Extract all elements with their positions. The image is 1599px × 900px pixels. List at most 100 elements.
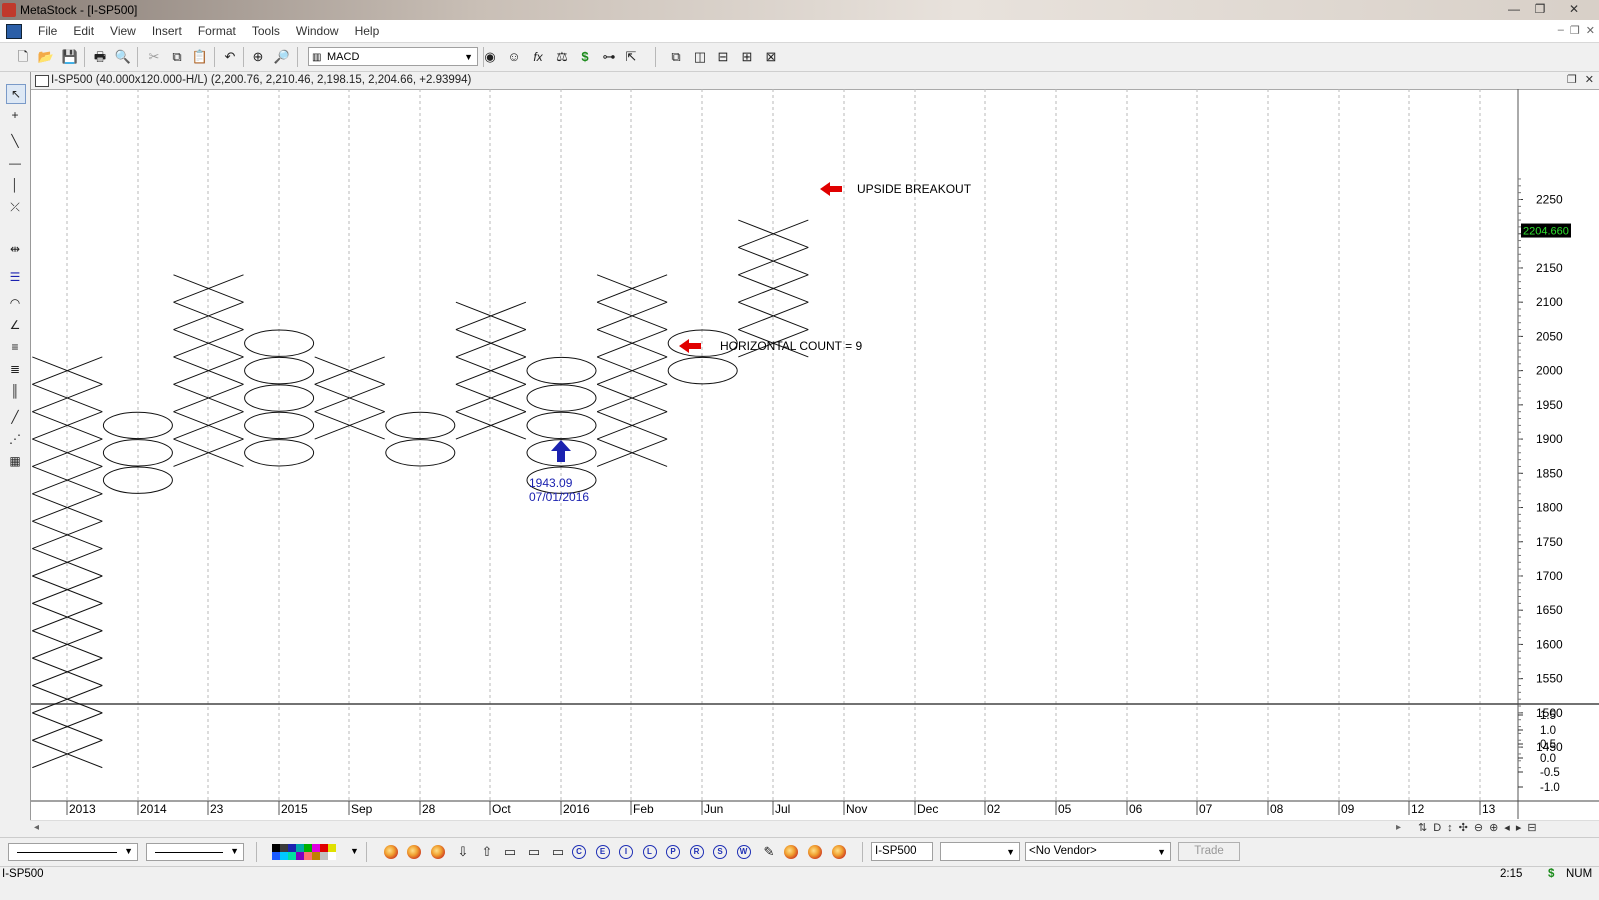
arrange-icon[interactable]: ⊠	[762, 48, 780, 66]
binoculars-icon[interactable]: ⊶	[600, 48, 618, 66]
minimize-button[interactable]: —	[1501, 0, 1527, 18]
circle-button-p[interactable]: P	[666, 845, 680, 859]
export-icon[interactable]: ⇧	[478, 843, 496, 861]
tile-vertical-icon[interactable]: ◫	[691, 48, 709, 66]
tile-horizontal-icon[interactable]: ⊟	[714, 48, 732, 66]
scroll-right-icon[interactable]: ▸	[1396, 822, 1401, 833]
orb-3-icon[interactable]	[431, 845, 445, 859]
cascade-icon[interactable]: ⧉	[667, 48, 685, 66]
color-palette[interactable]	[272, 844, 348, 860]
chevron-down-icon[interactable]: ▼	[350, 846, 359, 856]
palette-swatch[interactable]	[328, 844, 336, 852]
tile-grid-icon[interactable]: ⊞	[738, 48, 756, 66]
pnf-chart[interactable]: 2250220021502100205020001950190018501800…	[31, 89, 1599, 837]
expert-icon[interactable]: ☺	[505, 48, 523, 66]
circle-button-c[interactable]: C	[572, 845, 586, 859]
cycles-icon[interactable]: ║	[6, 382, 24, 400]
indicator-combo[interactable]: ▥ MACD ▼	[308, 47, 478, 66]
notes-icon[interactable]: ✎	[760, 843, 778, 861]
system-tester-icon[interactable]: ⚖	[553, 48, 571, 66]
orb-2-icon[interactable]	[407, 845, 421, 859]
formula-icon[interactable]: fx	[529, 48, 547, 66]
menu-tools[interactable]: Tools	[244, 24, 288, 38]
chart-maximize-button[interactable]: ❐	[1567, 72, 1577, 89]
palette-swatch[interactable]	[296, 852, 304, 860]
window-2-icon[interactable]: ▭	[525, 843, 543, 861]
save-icon[interactable]: 💾	[61, 48, 79, 66]
circle-button-e[interactable]: E	[595, 845, 610, 859]
cut-icon[interactable]: ✂	[145, 48, 163, 66]
chart-nav-icons[interactable]: ⇅D↕✣⊖⊕◂▸⊟	[1418, 821, 1543, 834]
restore-button[interactable]: ❐	[1527, 0, 1553, 18]
paste-icon[interactable]: 📋	[191, 48, 209, 66]
document-icon[interactable]	[6, 24, 22, 39]
retracement-icon[interactable]: ≣	[6, 360, 24, 378]
gann-fan-icon[interactable]: ⋰	[6, 430, 24, 448]
orb-4-icon[interactable]	[784, 845, 798, 859]
crosshair-tool-icon[interactable]: +	[6, 106, 24, 124]
crosshair-icon[interactable]: ⊕	[249, 48, 267, 66]
line-style-combo[interactable]: ▼	[8, 843, 138, 861]
cycle-line-icon[interactable]: ⤫	[6, 198, 24, 216]
scroll-left-icon[interactable]: ◂	[34, 822, 39, 833]
orb-5-icon[interactable]	[808, 845, 822, 859]
circle-button-i[interactable]: I	[619, 845, 633, 859]
circle-button-r[interactable]: R	[689, 845, 704, 859]
copy-icon[interactable]: ⧉	[168, 48, 186, 66]
palette-swatch[interactable]	[312, 852, 320, 860]
horizontal-line-icon[interactable]: —	[6, 154, 24, 172]
menu-file[interactable]: File	[30, 24, 65, 38]
menu-format[interactable]: Format	[190, 24, 244, 38]
print-icon[interactable]: 🖶	[91, 48, 109, 66]
circle-button-s[interactable]: S	[713, 845, 727, 859]
palette-swatch[interactable]	[320, 844, 328, 852]
fan-icon[interactable]: ∠	[6, 316, 24, 334]
close-button[interactable]: ✕	[1553, 0, 1595, 18]
horizontal-scrollbar[interactable]: ◂ ▸ ⇅D↕✣⊖⊕◂▸⊟	[30, 820, 1599, 837]
palette-swatch[interactable]	[288, 852, 296, 860]
palette-swatch[interactable]	[304, 844, 312, 852]
palette-swatch[interactable]	[304, 852, 312, 860]
chart-window-icon[interactable]	[35, 75, 49, 87]
menu-edit[interactable]: Edit	[65, 24, 102, 38]
palette-swatch[interactable]	[320, 852, 328, 860]
vendor-select[interactable]: <No Vendor> ▼	[1025, 842, 1171, 861]
mdi-close-button[interactable]: ✕	[1586, 24, 1595, 37]
app-icon[interactable]	[2, 3, 16, 17]
parallel-lines-icon[interactable]: ☰	[6, 268, 24, 286]
print-preview-icon[interactable]: 🔍	[114, 48, 132, 66]
menu-insert[interactable]: Insert	[144, 24, 190, 38]
period-select[interactable]: ▼	[940, 842, 1020, 861]
import-icon[interactable]: ⇩	[454, 843, 472, 861]
mdi-minimize-button[interactable]: –	[1558, 24, 1564, 37]
circle-button-l[interactable]: L	[642, 845, 657, 859]
orb-6-icon[interactable]	[832, 845, 846, 859]
palette-swatch[interactable]	[272, 844, 280, 852]
speed-line-icon[interactable]: ╱	[6, 408, 24, 426]
arc-icon[interactable]: ◠	[6, 294, 24, 312]
dollar-icon[interactable]: $	[576, 48, 594, 66]
circle-button-w[interactable]: W	[736, 845, 751, 859]
palette-swatch[interactable]	[280, 852, 288, 860]
symbol-input[interactable]: I-SP500	[871, 842, 933, 861]
menu-help[interactable]: Help	[347, 24, 388, 38]
new-icon[interactable]: 🗋	[14, 48, 32, 66]
chart-close-button[interactable]: ✕	[1585, 72, 1594, 89]
context-help-icon[interactable]: ⇱	[622, 48, 640, 66]
trade-button[interactable]: Trade	[1178, 842, 1240, 861]
palette-swatch[interactable]	[328, 852, 336, 860]
fibonacci-icon[interactable]: ≡	[6, 338, 24, 356]
palette-swatch[interactable]	[280, 844, 288, 852]
palette-swatch[interactable]	[296, 844, 304, 852]
menu-view[interactable]: View	[102, 24, 144, 38]
menu-window[interactable]: Window	[288, 24, 347, 38]
pointer-icon[interactable]: ↖	[6, 84, 26, 104]
gann-grid-icon[interactable]: ▦	[6, 452, 24, 470]
window-3-icon[interactable]: ▭	[549, 843, 567, 861]
line-weight-combo[interactable]: ▼	[146, 843, 244, 861]
palette-swatch[interactable]	[288, 844, 296, 852]
linear-regression-icon[interactable]: ⇹	[6, 240, 24, 258]
window-1-icon[interactable]: ▭	[501, 843, 519, 861]
mdi-restore-button[interactable]: ❐	[1570, 24, 1580, 37]
explorer-icon[interactable]: ◉	[481, 48, 499, 66]
